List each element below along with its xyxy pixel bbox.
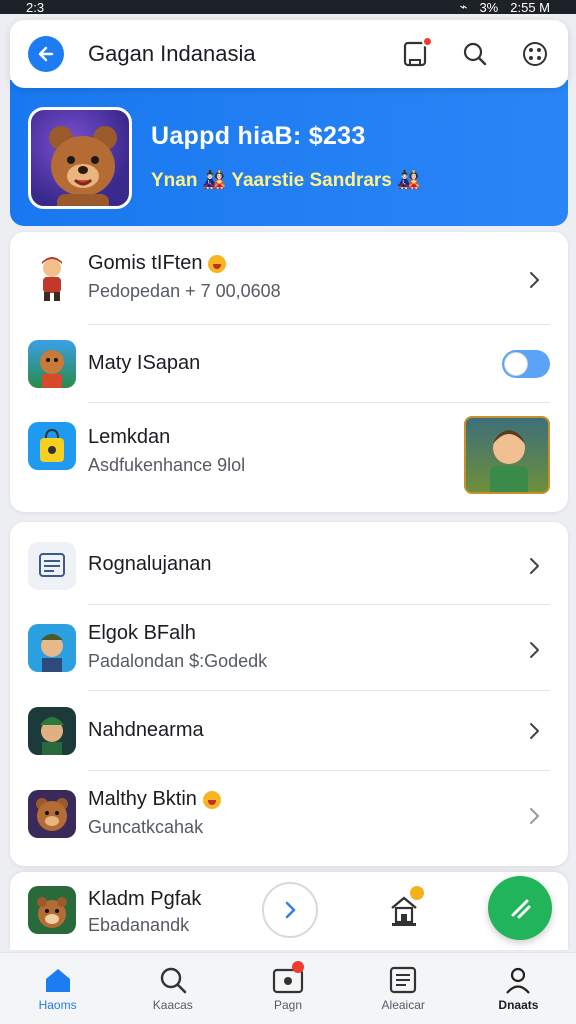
item-subtitle: Guncatkcahak bbox=[88, 817, 204, 837]
settings-button[interactable] bbox=[520, 39, 550, 69]
chevron-right-icon bbox=[530, 558, 539, 574]
banner-subtitle: Ynan 🎎 Yaarstie Sandrars 🎎 bbox=[151, 170, 421, 191]
list-item[interactable]: Gomis tIFten Pedopedan + 7 00,0608 bbox=[10, 248, 568, 310]
search-button[interactable] bbox=[460, 39, 490, 69]
nav-label: Aleaicar bbox=[381, 997, 425, 1012]
bottom-navigation: Haoms Kaacas Pagn Aleaicar Dnaats bbox=[0, 952, 576, 1024]
mini-title: Kladm Pgfak bbox=[88, 888, 202, 910]
search-icon bbox=[463, 42, 487, 66]
bear-avatar bbox=[28, 107, 132, 209]
status-time-right: 2:55 M bbox=[510, 0, 550, 15]
list-item[interactable]: Lemkdan Asdfukenhance 9lol bbox=[10, 412, 568, 494]
arrow-left-icon bbox=[38, 46, 54, 62]
game-icon bbox=[28, 707, 76, 755]
palette-icon bbox=[523, 42, 547, 66]
notifications-button[interactable] bbox=[400, 36, 433, 69]
nav-label: Pagn bbox=[273, 997, 303, 1012]
item-title: Malthy Bktin bbox=[88, 788, 221, 811]
home-icon bbox=[45, 968, 70, 992]
banner-title: Uappd hiaB: $233 bbox=[151, 122, 366, 150]
games-card: Gomis tIFten Pedopedan + 7 00,0608 Maty … bbox=[10, 232, 568, 512]
divider bbox=[88, 690, 550, 691]
item-title: Rognalujanan bbox=[88, 553, 212, 575]
nav-label: Haoms bbox=[38, 997, 77, 1012]
nav-home[interactable]: Haoms bbox=[0, 953, 115, 1024]
more-games-card: Rognalujanan Elgok BFalh Padalondan $:Go… bbox=[10, 522, 568, 866]
next-button[interactable] bbox=[262, 882, 318, 938]
game-icon bbox=[28, 340, 76, 388]
list-item[interactable]: Elgok BFalh Padalondan $:Godedk bbox=[10, 618, 568, 682]
toggle-switch[interactable] bbox=[502, 350, 550, 378]
item-title: Elgok BFalh bbox=[88, 622, 196, 644]
status-bar: 2:3 ⌁ 3% 2:55 M bbox=[0, 0, 576, 15]
promo-banner[interactable]: Uappd hiaB: $233 Ynan 🎎 Yaarstie Sandrar… bbox=[10, 80, 568, 226]
mini-subtitle: Ebadanandk bbox=[88, 915, 190, 935]
page-title: Gagan Indanasia bbox=[88, 41, 256, 66]
nav-search[interactable]: Kaacas bbox=[115, 953, 230, 1024]
chevron-right-icon bbox=[530, 723, 539, 739]
list-item[interactable]: Malthy Bktin Guncatkcahak bbox=[10, 784, 568, 848]
item-title: Lemkdan bbox=[88, 426, 171, 448]
emoji-face-icon bbox=[208, 254, 227, 273]
chevron-right-icon bbox=[530, 272, 539, 288]
chevron-right-icon bbox=[285, 901, 296, 919]
list-icon bbox=[390, 966, 417, 993]
notification-badge bbox=[410, 886, 424, 900]
item-subtitle: Asdfukenhance 9lol bbox=[88, 455, 246, 475]
home-building-button[interactable] bbox=[376, 882, 432, 938]
nav-label: Dnaats bbox=[498, 997, 539, 1012]
shopping-bag-icon bbox=[28, 422, 76, 470]
divider bbox=[88, 604, 550, 605]
nav-activity[interactable]: Aleaicar bbox=[346, 953, 461, 1024]
chevron-right-icon bbox=[530, 642, 539, 658]
document-icon bbox=[28, 542, 76, 590]
battery-text: 3% bbox=[479, 0, 499, 15]
squirrel-icon bbox=[28, 886, 76, 934]
character-icon bbox=[28, 254, 76, 302]
toggle-knob bbox=[504, 352, 528, 376]
signal-icon: ⌁ bbox=[459, 0, 468, 14]
compose-fab[interactable] bbox=[488, 876, 552, 940]
game-icon bbox=[28, 624, 76, 672]
search-icon bbox=[160, 967, 187, 993]
item-title: Gomis tIFten bbox=[88, 252, 281, 275]
bear-icon bbox=[28, 790, 76, 838]
item-subtitle: Pedopedan + 7 00,0608 bbox=[88, 281, 281, 301]
divider bbox=[88, 770, 550, 771]
profile-icon bbox=[506, 967, 531, 994]
top-app-bar: Gagan Indanasia bbox=[10, 20, 568, 88]
nav-label: Kaacas bbox=[152, 997, 193, 1012]
item-title: Nahdnearma bbox=[88, 719, 204, 741]
nav-profile[interactable]: Dnaats bbox=[461, 953, 576, 1024]
divider bbox=[88, 402, 550, 403]
notification-badge bbox=[422, 36, 433, 47]
item-title: Maty ISapan bbox=[88, 352, 201, 374]
list-item[interactable]: Rognalujanan bbox=[10, 542, 568, 590]
item-subtitle: Padalondan $:Godedk bbox=[88, 651, 268, 671]
edit-icon bbox=[511, 899, 531, 919]
game-thumbnail[interactable] bbox=[464, 416, 550, 494]
mini-player-bar: Kladm Pgfak Ebadanandk bbox=[10, 872, 568, 950]
nav-page[interactable]: Pagn bbox=[230, 953, 345, 1024]
status-time-left: 2:3 bbox=[26, 0, 45, 15]
list-item[interactable]: Maty ISapan bbox=[10, 332, 568, 396]
divider bbox=[88, 324, 550, 325]
list-item[interactable]: Nahdnearma bbox=[10, 706, 568, 756]
emoji-face-icon bbox=[202, 790, 221, 809]
back-button[interactable] bbox=[28, 36, 64, 72]
chevron-right-icon bbox=[530, 808, 539, 824]
